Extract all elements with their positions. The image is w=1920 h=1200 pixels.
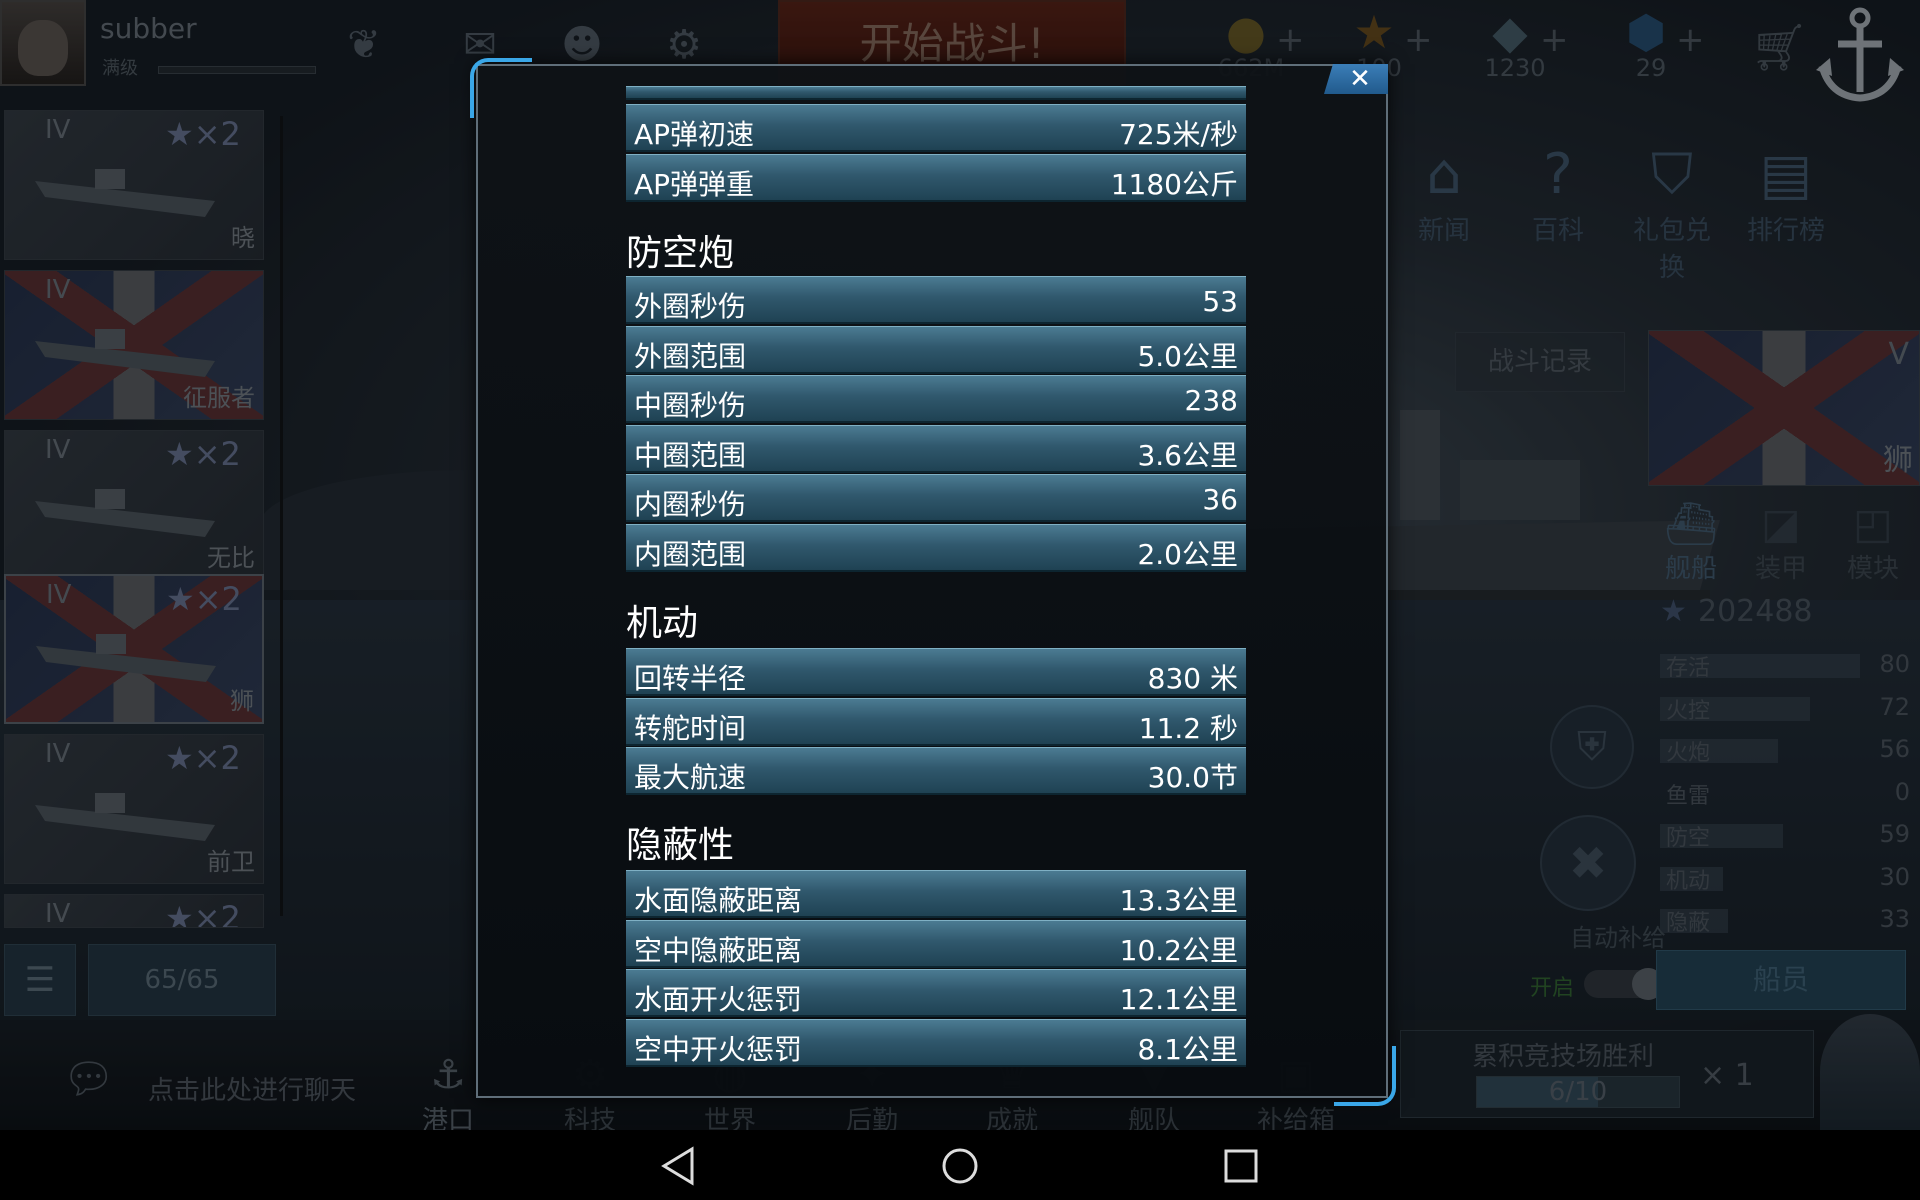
section-title-aa: 防空炮 bbox=[626, 233, 735, 274]
stat-value: 11.2 秒 bbox=[1138, 711, 1238, 745]
stat-row: 转舵时间 11.2 秒 bbox=[626, 697, 1246, 746]
stat-row: 水面开火惩罚 12.1公里 bbox=[626, 969, 1246, 1018]
stat-value: 725米/秒 bbox=[1119, 118, 1238, 151]
stat-value: 830 米 bbox=[1147, 662, 1238, 695]
section-title-concealment: 隐蔽性 bbox=[626, 825, 735, 866]
stat-value: 30.0节 bbox=[1147, 761, 1238, 795]
stat-value: 2.0公里 bbox=[1137, 537, 1238, 571]
stat-label: 回转半径 bbox=[634, 662, 747, 695]
stat-row: 中圈范围 3.6公里 bbox=[626, 424, 1246, 473]
stat-row: 回转半径 830 米 bbox=[626, 648, 1246, 696]
stat-row: 空中隐蔽距离 10.2公里 bbox=[626, 919, 1246, 968]
stat-value: 13.3公里 bbox=[1119, 884, 1238, 917]
stat-row: 外圈秒伤 53 bbox=[626, 276, 1246, 324]
stat-label: 转舵时间 bbox=[634, 711, 747, 745]
stat-value: 12.1公里 bbox=[1119, 983, 1238, 1017]
stat-row: 最大航速 30.0节 bbox=[626, 747, 1246, 796]
stat-row: AP弹弹重 1180公斤 bbox=[626, 153, 1246, 202]
stats-scroll-area[interactable]: AP弹初速 725米/秒 AP弹弹重 1180公斤 防空炮 外圈秒伤 53 外圈… bbox=[476, 86, 1388, 1086]
stat-table-maneuver: 回转半径 830 米 转舵时间 11.2 秒 最大航速 30.0节 bbox=[626, 648, 1246, 797]
stat-table-aa: 外圈秒伤 53 外圈范围 5.0公里 中圈秒伤 238 中圈范围 3.6公里 内… bbox=[626, 276, 1246, 574]
stat-value: 238 bbox=[1184, 384, 1238, 418]
stat-value: 36 bbox=[1202, 483, 1238, 517]
stat-label: 中圈秒伤 bbox=[634, 389, 747, 423]
stat-label: 中圈范围 bbox=[634, 438, 747, 472]
stat-row: 内圈范围 2.0公里 bbox=[626, 523, 1246, 572]
stat-row: 空中开火惩罚 8.1公里 bbox=[626, 1018, 1246, 1067]
stat-label: 外圈范围 bbox=[634, 339, 747, 373]
stat-row: 内圈秒伤 36 bbox=[626, 474, 1246, 523]
stat-value: 1180公斤 bbox=[1110, 167, 1238, 201]
stat-value: 10.2公里 bbox=[1119, 933, 1238, 967]
stat-label: AP弹初速 bbox=[634, 118, 755, 151]
stat-label: AP弹弹重 bbox=[634, 167, 755, 201]
stat-label: 水面隐蔽距离 bbox=[634, 884, 803, 917]
stat-table-top bbox=[626, 86, 1246, 102]
stat-row: AP弹初速 725米/秒 bbox=[626, 104, 1246, 152]
stat-label: 空中开火惩罚 bbox=[634, 1032, 803, 1066]
back-icon[interactable] bbox=[656, 1143, 702, 1189]
recents-icon[interactable] bbox=[1218, 1143, 1264, 1189]
stat-table-ammo: AP弹初速 725米/秒 AP弹弹重 1180公斤 bbox=[626, 104, 1246, 203]
stat-value: 53 bbox=[1202, 285, 1238, 318]
stat-row: 外圈范围 5.0公里 bbox=[626, 325, 1246, 374]
stat-label: 空中隐蔽距离 bbox=[634, 933, 803, 967]
section-title-maneuver: 机动 bbox=[626, 603, 699, 644]
stat-label: 水面开火惩罚 bbox=[634, 983, 803, 1017]
stat-label: 内圈秒伤 bbox=[634, 488, 747, 522]
stat-value: 8.1公里 bbox=[1137, 1032, 1238, 1066]
stat-table-concealment: 水面隐蔽距离 13.3公里 空中隐蔽距离 10.2公里 水面开火惩罚 12.1公… bbox=[626, 870, 1246, 1068]
stat-value: 5.0公里 bbox=[1137, 339, 1238, 373]
stat-value: 3.6公里 bbox=[1137, 438, 1238, 472]
stat-row: 水面隐蔽距离 13.3公里 bbox=[626, 870, 1246, 918]
stat-label: 最大航速 bbox=[634, 761, 747, 795]
stat-label: 内圈范围 bbox=[634, 537, 747, 571]
stat-row: 中圈秒伤 238 bbox=[626, 375, 1246, 424]
home-icon[interactable] bbox=[937, 1143, 983, 1189]
stat-row-clipped bbox=[626, 86, 1246, 100]
stat-label: 外圈秒伤 bbox=[634, 290, 747, 323]
